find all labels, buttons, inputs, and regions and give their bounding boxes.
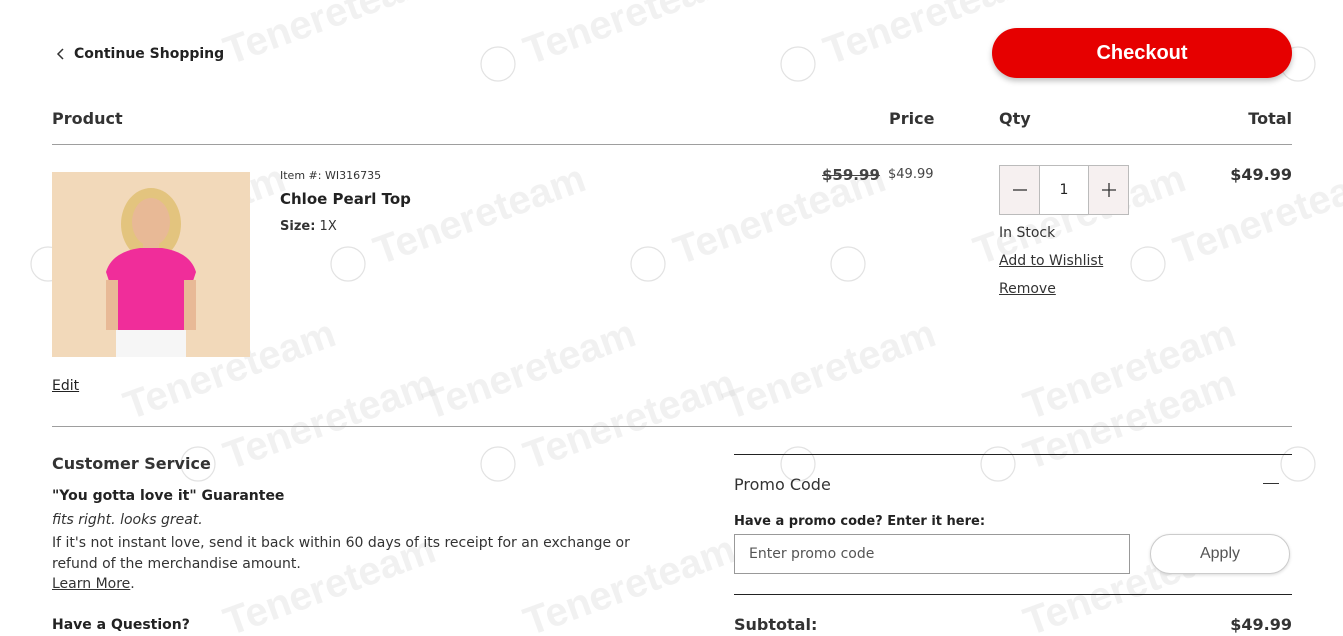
subtotal-value: $49.99 (1230, 615, 1292, 634)
watermark-seal-icon (780, 46, 816, 82)
watermark-text: Tenereteam (1018, 361, 1241, 478)
chevron-left-icon (56, 48, 64, 60)
have-a-question-heading: Have a Question? (52, 617, 190, 633)
guarantee-tagline: fits right. looks great. (52, 512, 203, 528)
product-photo (52, 172, 250, 357)
original-price: $59.99 (822, 166, 880, 184)
quantity-stepper: 1 (999, 165, 1129, 215)
column-header-total: Total (1248, 109, 1292, 128)
watermark-seal-icon (630, 246, 666, 282)
minus-icon (1012, 189, 1027, 191)
watermark-text: Tenereteam (1018, 311, 1241, 428)
edit-item-link[interactable]: Edit (52, 378, 79, 394)
remove-item-link[interactable]: Remove (999, 281, 1056, 297)
size-value: 1X (319, 219, 337, 234)
product-size: Size: 1X (280, 219, 337, 234)
decrease-quantity-button[interactable] (1000, 166, 1039, 214)
watermark-text: Tenereteam (218, 361, 441, 478)
product-name[interactable]: Chloe Pearl Top (280, 190, 411, 208)
continue-shopping-link[interactable]: Continue Shopping (56, 46, 224, 62)
promo-code-input[interactable] (734, 534, 1130, 574)
checkout-button[interactable]: Checkout (992, 28, 1292, 78)
sale-price: $49.99 (888, 167, 934, 182)
promo-code-label: Have a promo code? Enter it here: (734, 514, 986, 529)
promo-bottom-divider (734, 594, 1292, 595)
item-divider (52, 426, 1292, 427)
watermark-text: Tenereteam (368, 156, 591, 273)
learn-more-line: Learn More. (52, 576, 135, 592)
watermark-seal-icon (830, 246, 866, 282)
item-total: $49.99 (1230, 165, 1292, 184)
watermark-seal-icon (1280, 446, 1316, 482)
learn-more-suffix: . (130, 576, 135, 592)
add-to-wishlist-link[interactable]: Add to Wishlist (999, 253, 1103, 269)
column-header-price: Price (889, 109, 935, 128)
watermark-text: Tenereteam (518, 361, 741, 478)
watermark-seal-icon (980, 446, 1016, 482)
guarantee-body: If it's not instant love, send it back w… (52, 535, 630, 572)
guarantee-heading: "You gotta love it" Guarantee (52, 488, 285, 504)
column-header-product: Product (52, 109, 123, 128)
watermark-text: Tenereteam (418, 311, 641, 428)
quantity-value[interactable]: 1 (1039, 166, 1089, 214)
stock-status: In Stock (999, 225, 1056, 241)
promo-code-title[interactable]: Promo Code (734, 475, 831, 494)
column-header-qty: Qty (999, 109, 1031, 128)
plus-icon (1101, 183, 1116, 197)
product-image[interactable] (52, 172, 250, 357)
watermark-text: Tenereteam (718, 311, 941, 428)
promo-top-divider (734, 454, 1292, 455)
size-label: Size: (280, 219, 316, 234)
watermark-text: Tenereteam (518, 0, 741, 73)
increase-quantity-button[interactable] (1089, 166, 1128, 214)
customer-service-title: Customer Service (52, 454, 211, 473)
watermark-seal-icon (330, 246, 366, 282)
header-divider (52, 144, 1292, 145)
apply-promo-button[interactable]: Apply (1150, 534, 1290, 574)
learn-more-link[interactable]: Learn More (52, 576, 130, 592)
collapse-promo-icon[interactable] (1262, 474, 1280, 492)
watermark-text: Tenereteam (218, 0, 441, 73)
watermark-seal-icon (480, 446, 516, 482)
item-number: Item #: WI316735 (280, 169, 382, 182)
watermark-seal-icon (480, 46, 516, 82)
watermark-seal-icon (1130, 246, 1166, 282)
continue-shopping-label: Continue Shopping (74, 46, 225, 62)
subtotal-label: Subtotal: (734, 615, 818, 634)
